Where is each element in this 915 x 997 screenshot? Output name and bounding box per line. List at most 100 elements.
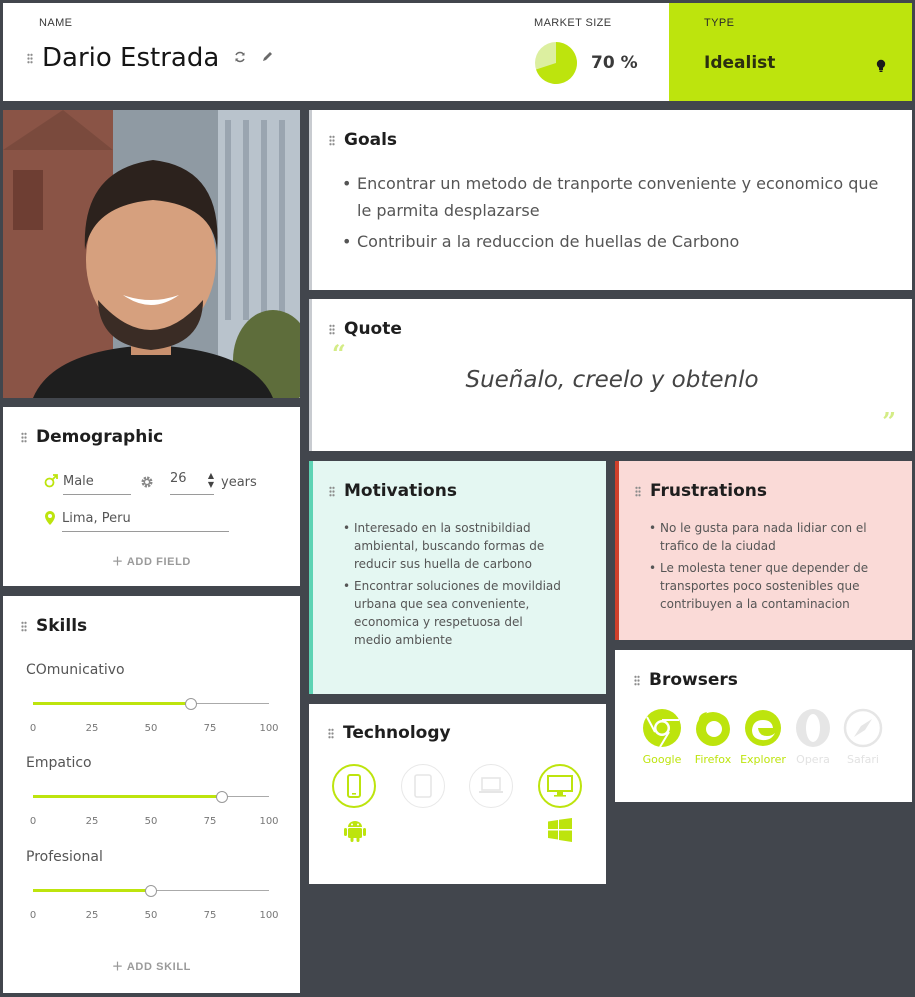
slider-thumb[interactable] [145, 885, 157, 897]
location-row: Lima, Peru [43, 510, 229, 532]
location-field[interactable]: Lima, Peru [62, 511, 229, 532]
desktop-icon[interactable] [538, 764, 582, 808]
persona-name[interactable]: Dario Estrada [42, 43, 219, 73]
drag-handle-icon[interactable] [634, 674, 640, 686]
skills-title: Skills [21, 616, 87, 636]
drag-handle-icon[interactable] [329, 485, 335, 497]
slider-tick-label: 50 [144, 816, 158, 827]
goals-title-text: Goals [344, 130, 398, 150]
age-stepper[interactable]: 26 ▲ ▼ [170, 471, 214, 495]
technology-title: Technology [328, 723, 451, 743]
browsers-title-text: Browsers [649, 670, 738, 690]
frustrations-card: Frustrations No le gusta para nada lidia… [615, 461, 912, 640]
browser-name: Google [642, 753, 682, 766]
type-label: TYPE [704, 17, 735, 29]
slider-thumb[interactable] [215, 791, 228, 803]
skills-card: Skills COmunicativo 0 25 50 75 100 Empatico … [3, 596, 300, 993]
browser-name: Opera [796, 753, 830, 766]
add-field-button[interactable]: ＋ ADD FIELD [3, 553, 300, 569]
lightbulb-icon [876, 59, 886, 72]
goals-card: Goals Encontrar un metodo de tranporte c… [309, 110, 912, 290]
browser-opera[interactable]: Opera [787, 708, 839, 766]
browsers-title: Browsers [634, 670, 738, 690]
tablet-icon[interactable] [401, 764, 445, 808]
android-icon[interactable] [344, 818, 366, 842]
slider-tick-label: 75 [203, 723, 217, 734]
motivations-card: Motivations Interesado en la sostnibildi… [309, 461, 606, 694]
drag-handle-icon[interactable] [635, 485, 641, 497]
browser-firefox[interactable]: Firefox [687, 708, 739, 766]
skill-name: COmunicativo [26, 662, 125, 678]
skill-item: COmunicativo 0 25 50 75 100 [26, 662, 279, 737]
laptop-icon[interactable] [469, 764, 513, 808]
slider-tick-label: 25 [85, 816, 99, 827]
type-box[interactable]: TYPE Idealist [669, 3, 912, 101]
drag-handle-icon[interactable] [27, 52, 33, 64]
goal-item[interactable]: Encontrar un metodo de tranporte conveni… [342, 170, 882, 224]
slider-tick-label: 50 [144, 723, 158, 734]
slider-thumb[interactable] [185, 698, 198, 710]
browser-name: Firefox [694, 753, 732, 766]
technology-card: Technology [309, 704, 606, 884]
skill-slider[interactable] [33, 885, 269, 897]
drag-handle-icon[interactable] [328, 727, 334, 739]
frustration-item[interactable]: Le molesta tener que depender de transpo… [649, 559, 869, 613]
drag-handle-icon[interactable] [329, 134, 335, 146]
add-skill-button[interactable]: ＋ ADD SKILL [3, 958, 300, 974]
market-size-label: MARKET SIZE [534, 17, 612, 29]
gender-row: Male 26 ▲ ▼ years [43, 471, 257, 495]
open-quote-icon: “ [332, 339, 346, 368]
browser-explorer[interactable]: Explorer [737, 708, 789, 766]
drag-handle-icon[interactable] [329, 323, 335, 335]
quote-card: Quote “ Sueñalo, creelo y obtenlo ” [309, 299, 912, 451]
frustration-item[interactable]: No le gusta para nada lidiar con el traf… [649, 519, 869, 555]
motivation-item[interactable]: Interesado en la sostnibildiad ambiental… [343, 519, 563, 573]
frustrations-list: No le gusta para nada lidiar con el traf… [649, 519, 869, 617]
type-value: Idealist [704, 53, 776, 73]
male-symbol-icon [44, 474, 58, 488]
location-pin-icon [45, 511, 55, 525]
skill-name: Empatico [26, 755, 92, 771]
slider-ticks: 0 25 50 75 100 [26, 816, 279, 830]
frustrations-title: Frustrations [635, 481, 767, 501]
browser-name: Safari [847, 753, 879, 766]
browsers-card: Browsers Google Firefox Explorer Opera S… [615, 650, 912, 802]
browser-safari[interactable]: Safari [837, 708, 889, 766]
windows-icon[interactable] [548, 818, 572, 842]
gear-icon[interactable] [140, 475, 154, 489]
persona-photo[interactable] [3, 110, 300, 398]
skill-item: Profesional 0 25 50 75 100 [26, 849, 279, 924]
stepper-arrows-icon[interactable]: ▲ ▼ [208, 471, 214, 489]
technology-title-text: Technology [343, 723, 451, 743]
age-value: 26 [170, 471, 187, 486]
slider-tick-label: 100 [259, 816, 279, 827]
edit-pencil-icon[interactable] [261, 50, 274, 66]
smartphone-icon[interactable] [332, 764, 376, 808]
slider-tick-label: 50 [144, 910, 158, 921]
slider-tick-label: 25 [85, 723, 99, 734]
gender-field[interactable]: Male [63, 474, 131, 495]
demographic-title: Demographic [21, 427, 163, 447]
slider-tick-label: 100 [259, 910, 279, 921]
skill-slider[interactable] [33, 698, 269, 710]
refresh-icon[interactable] [233, 50, 247, 67]
market-size-pie [535, 42, 578, 84]
skill-item: Empatico 0 25 50 75 100 [26, 755, 279, 830]
close-quote-icon: ” [882, 407, 896, 436]
goals-list: Encontrar un metodo de tranporte conveni… [342, 170, 882, 259]
skill-slider[interactable] [33, 791, 269, 803]
skills-title-text: Skills [36, 616, 88, 636]
slider-tick-label: 0 [29, 723, 37, 734]
quote-text[interactable]: Sueñalo, creelo y obtenlo [312, 367, 912, 393]
edge-icon [745, 710, 781, 746]
slider-ticks: 0 25 50 75 100 [26, 723, 279, 737]
opera-icon [796, 709, 830, 747]
goal-item[interactable]: Contribuir a la reduccion de huellas de … [342, 228, 882, 255]
drag-handle-icon[interactable] [21, 620, 27, 632]
frustrations-title-text: Frustrations [650, 481, 767, 501]
name-row: Dario Estrada [27, 43, 274, 73]
drag-handle-icon[interactable] [21, 431, 27, 443]
browser-google[interactable]: Google [636, 708, 688, 766]
motivation-item[interactable]: Encontrar soluciones de movildiad urbana… [343, 577, 563, 649]
safari-icon [843, 708, 883, 748]
